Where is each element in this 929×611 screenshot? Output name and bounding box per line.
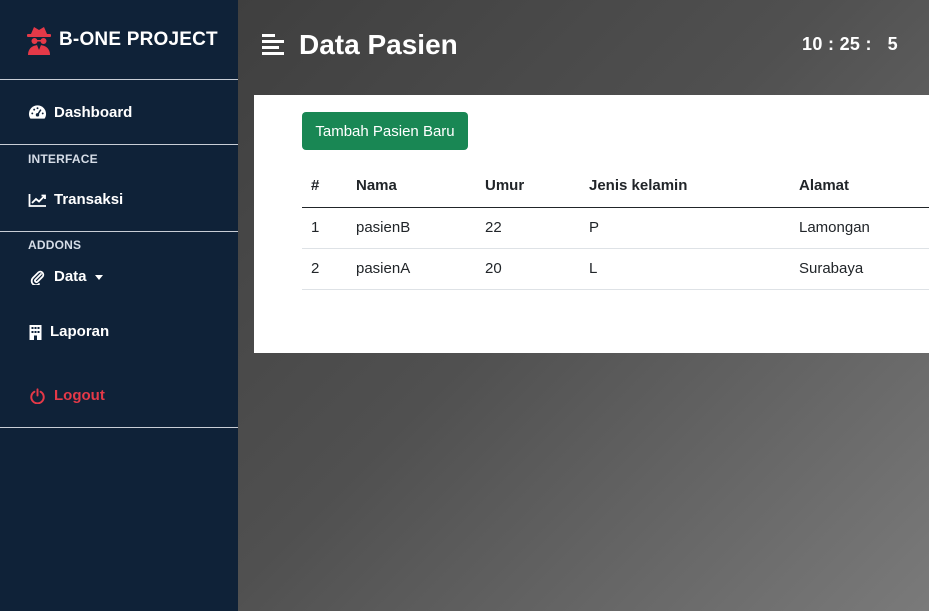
table-cell: 2 [302, 248, 356, 290]
page-title: Data Pasien [299, 29, 458, 60]
sidebar-item-label: Data [54, 268, 87, 285]
sidebar-item-transaksi[interactable]: Transaksi [0, 168, 238, 232]
topbar: Data Pasien 10 : 25 : 5 [238, 0, 929, 95]
table-header-row: # Nama Umur Jenis kelamin Alamat [302, 165, 929, 208]
patient-card: Tambah Pasien Baru # Nama Umur Jenis kel… [254, 95, 929, 353]
patient-table: # Nama Umur Jenis kelamin Alamat 1 pasie… [302, 165, 929, 290]
table-row[interactable]: 2 pasienA 20 L Surabaya [302, 248, 929, 290]
table-cell: L [589, 248, 799, 290]
sidebar-item-label: Laporan [50, 323, 110, 340]
column-header: Jenis kelamin [589, 165, 799, 208]
sidebar-item-data[interactable]: Data [0, 254, 238, 299]
column-header: Alamat [799, 165, 929, 208]
table-cell: pasienA [356, 248, 485, 290]
table-cell: 1 [302, 207, 356, 249]
table-cell: 22 [485, 207, 589, 249]
paperclip-icon [30, 270, 45, 285]
sidebar-item-label: Transaksi [54, 191, 124, 208]
table-cell: 20 [485, 248, 589, 290]
main-content: Data Pasien 10 : 25 : 5 Tambah Pasien Ba… [238, 0, 929, 611]
sidebar-item-logout[interactable]: Logout [0, 364, 238, 428]
brand-name: B-ONE PROJECT [59, 28, 218, 50]
column-header: Umur [485, 165, 589, 208]
building-icon [29, 324, 42, 340]
table-cell: pasienB [356, 207, 485, 249]
sidebar-item-label: Logout [54, 387, 105, 404]
column-header: Nama [356, 165, 485, 208]
column-header: # [302, 165, 356, 208]
table-row[interactable]: 1 pasienB 22 P Lamongan [302, 207, 929, 249]
spy-icon [27, 26, 51, 55]
section-heading-interface: INTERFACE [28, 152, 98, 166]
section-heading-addons: ADDONS [28, 238, 82, 252]
chevron-down-icon [94, 275, 103, 280]
chart-line-icon [28, 193, 46, 207]
clock: 10 : 25 : 5 [802, 34, 898, 54]
table-cell: Surabaya [799, 248, 929, 290]
gauge-icon [28, 105, 47, 119]
sidebar-item-label: Dashboard [54, 103, 133, 121]
add-patient-button[interactable]: Tambah Pasien Baru [302, 112, 468, 150]
table-cell: P [589, 207, 799, 249]
menu-toggle-icon[interactable] [262, 33, 284, 55]
sidebar-item-dashboard[interactable]: Dashboard [0, 80, 238, 145]
sidebar-item-laporan[interactable]: Laporan [0, 299, 238, 364]
sidebar: B-ONE PROJECT Dashboard INTERFACE Transa… [0, 0, 238, 611]
table-cell: Lamongan [799, 207, 929, 249]
brand[interactable]: B-ONE PROJECT [0, 0, 238, 80]
power-icon [30, 387, 45, 404]
